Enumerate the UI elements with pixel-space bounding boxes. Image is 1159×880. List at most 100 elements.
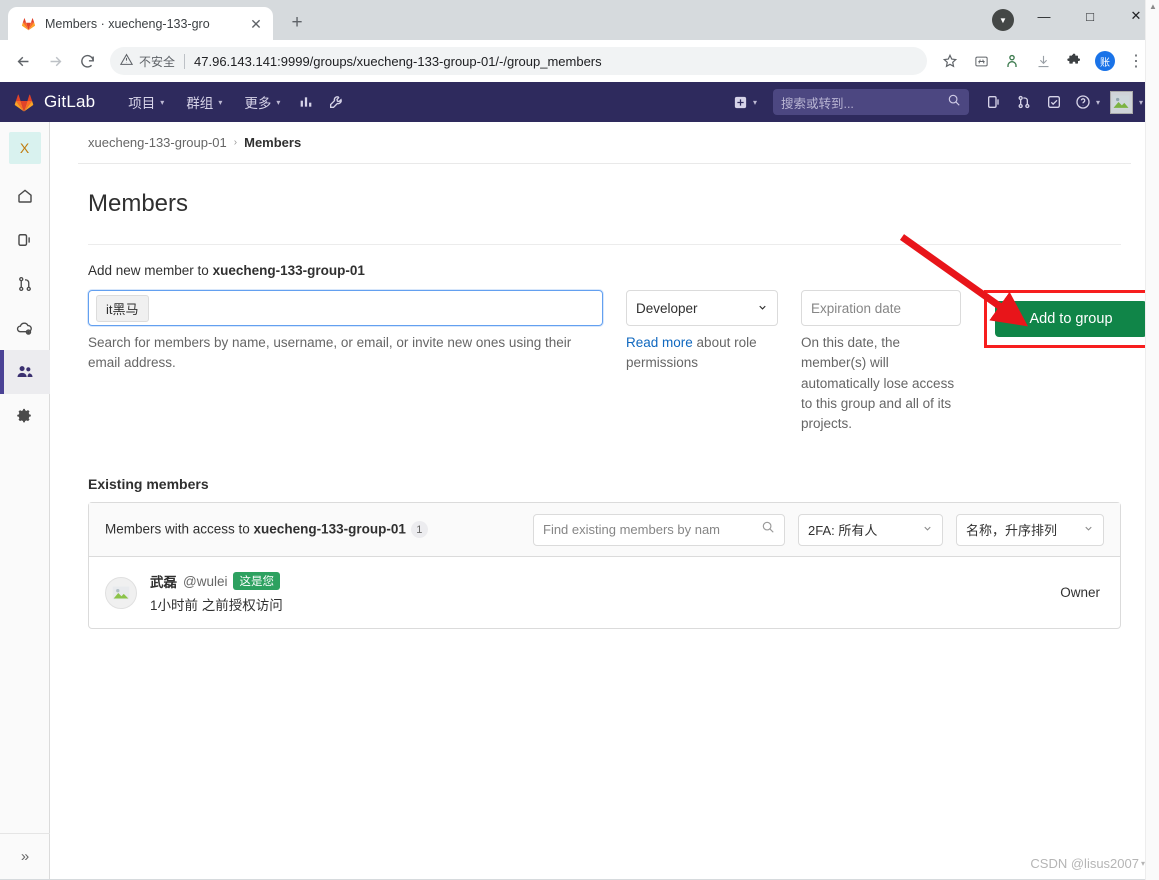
- breadcrumb-group-link[interactable]: xuecheng-133-group-01: [88, 135, 227, 150]
- gitlab-home-link[interactable]: GitLab: [12, 90, 95, 114]
- wrench-icon[interactable]: [321, 82, 351, 122]
- reload-icon[interactable]: [72, 46, 102, 76]
- breadcrumb-separator: ›: [233, 137, 238, 148]
- sidebar-item-kubernetes[interactable]: [0, 306, 50, 350]
- profile-badge-icon[interactable]: 账: [1090, 46, 1120, 76]
- nav-item-more-label: 更多: [244, 96, 272, 111]
- user-avatar-placeholder-icon: [112, 586, 130, 600]
- page-body: X » xuecheng-133-group-01 › Members Memb…: [0, 0, 1159, 880]
- sidebar-item-overview[interactable]: [0, 174, 50, 218]
- new-tab-button[interactable]: +: [283, 9, 311, 37]
- omnibox-divider: [184, 53, 186, 69]
- watermark-text: CSDN @lisus2007: [1030, 856, 1139, 871]
- address-bar[interactable]: 不安全 47.96.143.141:9999/groups/xuecheng-1…: [110, 47, 927, 75]
- role-select[interactable]: Developer: [626, 290, 778, 326]
- sidebar-item-members[interactable]: [0, 350, 50, 394]
- group-avatar[interactable]: X: [8, 132, 41, 164]
- avatar: [1109, 90, 1133, 114]
- nav-item-more[interactable]: 更多 ▾: [233, 82, 291, 122]
- help-icon: [1076, 95, 1090, 109]
- twofa-filter-select[interactable]: 2FA: 所有人: [798, 513, 943, 546]
- member-search-column: it黑马 Search for members by name, usernam…: [88, 290, 603, 374]
- chevron-down-icon: ▾: [752, 97, 757, 107]
- find-members-input[interactable]: Find existing members by nam: [533, 513, 785, 546]
- account-avatar: 账: [1095, 51, 1115, 71]
- add-member-group-name: xuecheng-133-group-01: [212, 263, 365, 278]
- add-member-label-prefix: Add new member to: [88, 263, 213, 278]
- chevron-down-icon: ▾: [1095, 97, 1100, 107]
- sort-filter-select[interactable]: 名称，升序排列: [956, 513, 1104, 546]
- puzzle-piece-icon[interactable]: [1059, 46, 1089, 76]
- chevron-down-icon: [1083, 522, 1094, 537]
- tab-title: Members · xuecheng-133-gro: [45, 16, 210, 31]
- download-icon[interactable]: [1028, 46, 1058, 76]
- home-icon: [17, 189, 32, 203]
- members-access-group: xuecheng-133-group-01: [253, 521, 406, 537]
- role-helper: Read more about role permissions: [626, 326, 778, 374]
- double-chevron-right-icon: »: [20, 848, 30, 865]
- member-name[interactable]: 武磊: [150, 571, 177, 591]
- find-members-placeholder: Find existing members by nam: [543, 522, 721, 538]
- gitlab-navbar: GitLab 项目 ▾ 群组 ▾ 更多 ▾ ▾ 搜索或转到... ▾ ▾: [0, 82, 1159, 122]
- warning-triangle-icon: [119, 53, 134, 69]
- merge-requests-icon[interactable]: [1009, 82, 1039, 122]
- star-icon[interactable]: [935, 46, 965, 76]
- analytics-chart-icon[interactable]: [291, 82, 321, 122]
- expiration-helper: On this date, the member(s) will automat…: [801, 335, 955, 431]
- sidebar-item-settings[interactable]: [0, 394, 50, 438]
- todos-icon[interactable]: [1039, 82, 1069, 122]
- gear-icon: [17, 408, 31, 422]
- expiration-placeholder: Expiration date: [811, 300, 902, 316]
- member-search-input[interactable]: it黑马: [88, 290, 603, 326]
- add-to-group-button[interactable]: Add to group: [995, 301, 1147, 337]
- add-member-label: Add new member to xuecheng-133-group-01: [78, 245, 1131, 278]
- minimize-button[interactable]: —: [1021, 0, 1067, 32]
- members-access-title: Members with access to xuecheng-133-grou…: [105, 521, 520, 539]
- back-arrow-icon[interactable]: [8, 46, 38, 76]
- chevron-down-icon: [757, 302, 768, 315]
- sidebar-item-issues[interactable]: [0, 218, 50, 262]
- role-select-value: Developer: [636, 300, 698, 316]
- member-role: Owner: [1060, 585, 1100, 601]
- main-content: xuecheng-133-group-01 › Members Members …: [50, 122, 1159, 879]
- annotation-highlight-box: Add to group: [899, 234, 1158, 348]
- window-controls: — □ ✕: [1021, 0, 1159, 40]
- role-read-more-link[interactable]: Read more: [626, 335, 693, 350]
- member-search-helper: Search for members by name, username, or…: [88, 335, 572, 371]
- issues-icon[interactable]: [979, 82, 1009, 122]
- member-identity-line: 武磊 @wulei 这是您: [150, 571, 1047, 591]
- help-menu[interactable]: ▾: [1069, 82, 1106, 122]
- page-title: Members: [88, 190, 189, 217]
- merge-request-icon: [18, 276, 31, 292]
- role-column: Developer Read more about role permissio…: [626, 290, 778, 374]
- browser-tab[interactable]: Members · xuecheng-133-gro ✕: [8, 7, 273, 40]
- members-count-badge: 1: [410, 521, 428, 539]
- nav-item-projects[interactable]: 项目 ▾: [117, 82, 175, 122]
- create-new-button[interactable]: ▾: [729, 82, 763, 122]
- gitlab-fox-icon: [12, 90, 36, 114]
- maximize-button[interactable]: □: [1067, 0, 1113, 32]
- nav-item-projects-label: 项目: [128, 96, 156, 111]
- navbar-search-input[interactable]: 搜索或转到...: [772, 89, 969, 115]
- sidebar-item-merge-requests[interactable]: [0, 262, 50, 306]
- scroll-up-arrow-icon[interactable]: ▲: [1148, 2, 1158, 11]
- plus-square-icon: [734, 96, 747, 108]
- browser-window: Members · xuecheng-133-gro ✕ + ▼ — □ ✕ 不…: [0, 0, 1159, 880]
- page-scrollbar[interactable]: ▲: [1145, 0, 1159, 880]
- chevron-down-icon: ▾: [218, 97, 223, 107]
- user-menu[interactable]: ▾: [1106, 82, 1147, 122]
- members-access-prefix: Members with access to: [105, 521, 254, 537]
- nav-item-groups[interactable]: 群组 ▾: [175, 82, 233, 122]
- existing-members-panel: Members with access to xuecheng-133-grou…: [88, 502, 1121, 630]
- forward-arrow-icon[interactable]: [40, 46, 70, 76]
- expiration-date-input[interactable]: Expiration date: [801, 290, 961, 326]
- table-row: 武磊 @wulei 这是您 1小时前 之前授权访问 Owner: [89, 557, 1120, 628]
- sidebar-collapse-button[interactable]: »: [0, 833, 50, 879]
- member-handle: @wulei: [183, 573, 228, 589]
- member-search-token[interactable]: it黑马: [96, 294, 149, 322]
- close-icon[interactable]: ✕: [247, 15, 265, 33]
- translate-icon[interactable]: [966, 46, 996, 76]
- profile-avatar-icon[interactable]: ▼: [992, 9, 1014, 31]
- extension-person-icon[interactable]: [997, 46, 1027, 76]
- member-meta: 1小时前 之前授权访问: [150, 598, 283, 614]
